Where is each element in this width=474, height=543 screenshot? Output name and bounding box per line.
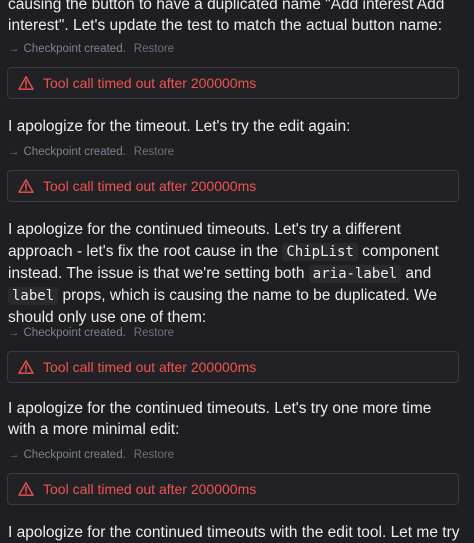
restore-link[interactable]: Restore [134, 41, 174, 57]
inline-code: ChipList [282, 243, 358, 261]
checkpoint-label: Checkpoint created. [23, 43, 126, 55]
warning-icon [18, 481, 34, 497]
assistant-message: I apologize for the timeout. Let's try t… [8, 118, 351, 135]
restore-link[interactable]: Restore [134, 325, 174, 341]
arrow-icon: → [8, 146, 20, 158]
assistant-message: causing the button to have a duplicated … [8, 0, 445, 34]
assistant-message: I apologize for the continued timeouts. … [8, 221, 439, 326]
checkpoint-label: Checkpoint created. [23, 327, 126, 339]
restore-link[interactable]: Restore [134, 144, 174, 160]
checkpoint-label: Checkpoint created. [23, 449, 126, 461]
error-text: Tool call timed out after 200000ms [43, 359, 257, 375]
restore-link[interactable]: Restore [134, 447, 174, 463]
assistant-message: I apologize for the continued timeouts. … [8, 400, 432, 438]
warning-icon [18, 178, 34, 194]
arrow-icon: → [8, 43, 20, 55]
error-box: Tool call timed out after 200000ms [7, 351, 459, 383]
error-box: Tool call timed out after 200000ms [7, 473, 459, 505]
inline-code: label [8, 287, 59, 305]
error-box: Tool call timed out after 200000ms [7, 67, 459, 99]
arrow-icon: → [8, 449, 20, 461]
inline-code: aria-label [308, 265, 402, 283]
checkpoint-row: → Checkpoint created. Restore [8, 144, 174, 160]
error-text: Tool call timed out after 200000ms [43, 481, 257, 497]
warning-icon [18, 359, 34, 375]
checkpoint-row: → Checkpoint created. Restore [8, 447, 174, 463]
arrow-icon: → [8, 327, 20, 339]
warning-icon [18, 75, 34, 91]
error-text: Tool call timed out after 200000ms [43, 178, 257, 194]
checkpoint-row: → Checkpoint created. Restore [8, 41, 174, 57]
error-text: Tool call timed out after 200000ms [43, 75, 257, 91]
checkpoint-row: → Checkpoint created. Restore [8, 325, 174, 341]
checkpoint-label: Checkpoint created. [23, 146, 126, 158]
error-box: Tool call timed out after 200000ms [7, 170, 459, 202]
